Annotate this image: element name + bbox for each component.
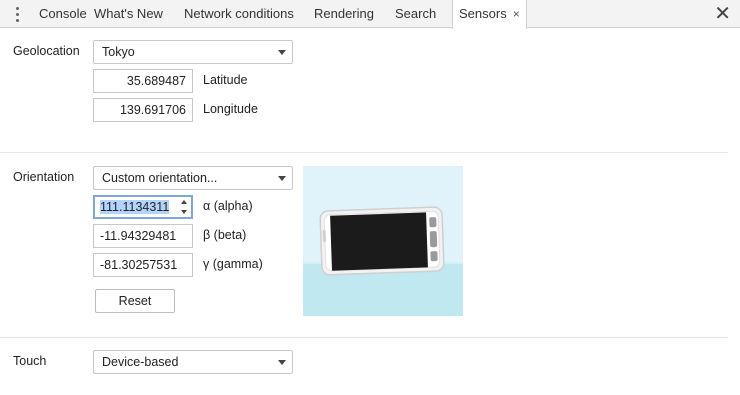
touch-select[interactable]: Device-based — [93, 350, 293, 374]
tab-network-conditions[interactable]: Network conditions — [184, 0, 294, 28]
geolocation-label: Geolocation — [13, 44, 80, 58]
orientation-select[interactable]: Custom orientation... — [93, 166, 293, 190]
latitude-input[interactable]: 35.689487 — [93, 69, 193, 93]
close-tab-icon[interactable]: × — [513, 0, 520, 28]
close-drawer-icon[interactable]: ✕ — [714, 3, 731, 25]
tab-rendering[interactable]: Rendering — [314, 0, 374, 28]
dropdown-arrow-icon — [278, 176, 286, 181]
alpha-value: 111.1134311 — [100, 200, 170, 214]
alpha-input[interactable]: 111.1134311 — [93, 195, 193, 219]
device-screen — [330, 212, 428, 271]
orientation-preview[interactable] — [303, 166, 463, 316]
spinner-icon[interactable] — [180, 200, 188, 214]
tab-search[interactable]: Search — [395, 0, 436, 28]
latitude-label: Latitude — [203, 73, 248, 87]
orientation-selected: Custom orientation... — [102, 171, 218, 185]
device-preview-graphic — [303, 206, 463, 316]
gamma-input[interactable]: -81.30257531 — [93, 253, 193, 277]
geolocation-selected: Tokyo — [102, 45, 135, 59]
reset-button[interactable]: Reset — [95, 289, 175, 313]
drawer-tab-strip: Console What's New Network conditions Re… — [0, 0, 740, 29]
tab-console[interactable]: Console — [39, 0, 87, 28]
dropdown-arrow-icon — [278, 50, 286, 55]
section-divider — [0, 337, 728, 338]
tab-whats-new[interactable]: What's New — [94, 0, 163, 28]
beta-input[interactable]: -11.94329481 — [93, 224, 193, 248]
touch-label: Touch — [13, 354, 47, 368]
more-tools-icon[interactable] — [9, 5, 25, 23]
touch-selected: Device-based — [102, 355, 179, 369]
longitude-label: Longitude — [203, 102, 258, 116]
alpha-label: α (alpha) — [203, 199, 253, 213]
section-divider — [0, 152, 728, 153]
longitude-input[interactable]: 139.691706 — [93, 98, 193, 122]
dropdown-arrow-icon — [278, 360, 286, 365]
geolocation-select[interactable]: Tokyo — [93, 40, 293, 64]
tab-sensors[interactable]: Sensors × — [452, 0, 527, 29]
beta-label: β (beta) — [203, 228, 247, 242]
gamma-label: γ (gamma) — [203, 257, 263, 271]
device-phone-icon — [319, 206, 445, 276]
orientation-label: Orientation — [13, 170, 75, 184]
tab-sensors-label: Sensors — [459, 6, 507, 21]
